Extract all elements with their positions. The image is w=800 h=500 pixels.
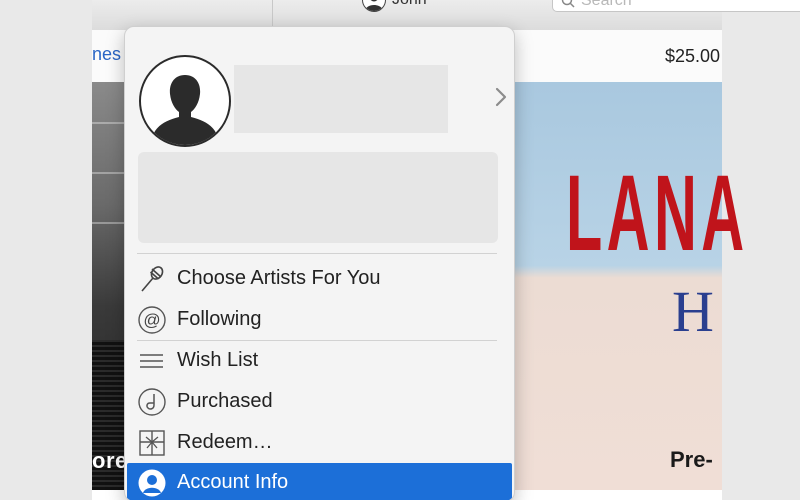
- menu-item-choose-artists[interactable]: Choose Artists For You: [125, 259, 514, 299]
- section-divider: [137, 253, 497, 254]
- list-icon: [140, 354, 163, 368]
- user-avatar-icon: [362, 0, 386, 12]
- account-popover: Choose Artists For You @ Following Wish …: [124, 26, 515, 500]
- microphone-icon: [141, 266, 164, 292]
- search-field[interactable]: Search: [552, 0, 800, 12]
- account-summary-redacted: [138, 152, 498, 243]
- chevron-right-icon[interactable]: [495, 87, 507, 107]
- stage-light-beam: [92, 222, 126, 224]
- menu-item-label: Wish List: [177, 349, 259, 371]
- purchased-icon: [138, 388, 166, 416]
- user-icon: [138, 469, 166, 497]
- menu-item-label: Following: [177, 308, 262, 330]
- svg-text:@: @: [143, 311, 160, 330]
- menu-item-account-info[interactable]: Account Info: [127, 463, 512, 500]
- concert-caption: ore: [92, 448, 128, 473]
- user-name-label: John: [392, 0, 427, 9]
- account-menu-button[interactable]: John: [362, 0, 427, 12]
- concert-photo[interactable]: [92, 82, 126, 490]
- stage-light-beam: [92, 172, 126, 174]
- menu-item-following[interactable]: @ Following: [125, 300, 514, 340]
- preorder-label[interactable]: Pre-: [670, 447, 713, 473]
- menu-item-purchased[interactable]: Purchased: [125, 382, 514, 422]
- profile-name-redacted: [234, 65, 448, 133]
- price-label[interactable]: $25.00: [665, 46, 720, 67]
- menu-item-wish-list[interactable]: Wish List: [125, 341, 514, 381]
- search-placeholder: Search: [581, 0, 632, 9]
- menu-item-label: Account Info: [177, 471, 289, 493]
- menu-item-label: Choose Artists For You: [177, 267, 381, 289]
- profile-avatar-icon: [139, 55, 231, 147]
- profile-header[interactable]: [125, 27, 514, 147]
- background-tab-label[interactable]: nes: [92, 44, 121, 65]
- gift-card-icon: [139, 430, 165, 456]
- search-icon: [561, 0, 575, 8]
- menu-item-redeem[interactable]: Redeem…: [125, 423, 514, 463]
- album-subtitle: H: [672, 279, 716, 344]
- outer-margin-left: [0, 0, 92, 500]
- stage-light-beam: [92, 122, 126, 124]
- album-artist-title: LANA: [566, 152, 749, 273]
- menu-item-label: Purchased: [177, 390, 273, 412]
- at-sign-icon: @: [138, 306, 166, 334]
- menu-item-label: Redeem…: [177, 431, 273, 453]
- itunes-window: John Search nes $25.00 ore LANA H Pre-: [0, 0, 800, 500]
